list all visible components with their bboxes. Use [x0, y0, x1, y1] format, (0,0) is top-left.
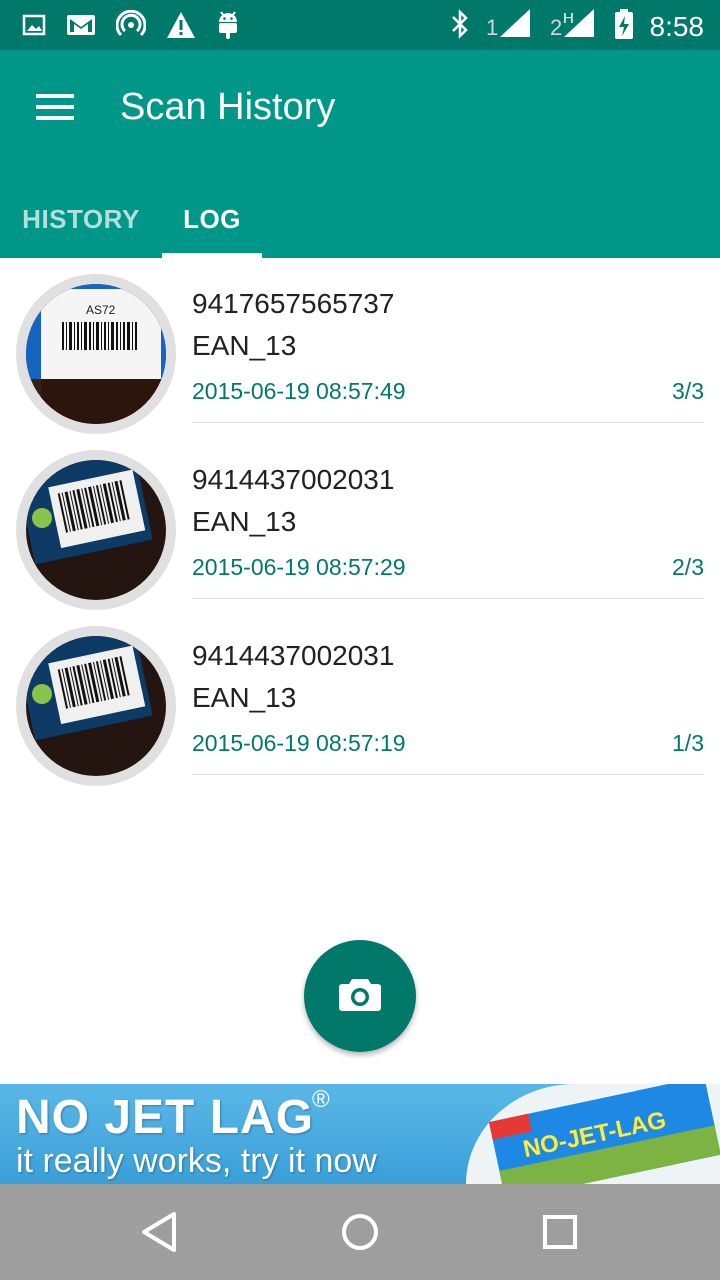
scan-thumbnail: [16, 450, 176, 610]
tab-history[interactable]: HISTORY: [0, 180, 162, 258]
battery-charging-icon: [614, 8, 634, 45]
warning-icon: [166, 11, 196, 44]
ad-registered-mark: ®: [312, 1086, 330, 1113]
list-item[interactable]: 9414437002031 EAN_13 2015-06-19 08:57:29…: [0, 434, 720, 610]
list-item[interactable]: AS72 9417657565737 EAN_13 2015-06-19 08:…: [0, 258, 720, 434]
recents-button[interactable]: [536, 1208, 584, 1256]
divider: [192, 598, 704, 599]
scan-timestamp: 2015-06-19 08:57:29: [192, 554, 406, 580]
scan-code: 9414437002031: [192, 640, 395, 671]
android-icon: [216, 10, 240, 45]
scan-timestamp: 2015-06-19 08:57:49: [192, 378, 406, 404]
scan-code: 9414437002031: [192, 464, 395, 495]
ad-banner[interactable]: NO JET LAG ® it really works, try it now…: [0, 1084, 720, 1184]
tab-log[interactable]: LOG: [162, 180, 262, 258]
svg-text:1: 1: [486, 15, 498, 39]
tab-label: LOG: [183, 203, 241, 234]
signal-1-icon: 1: [486, 9, 534, 44]
back-icon: [136, 1212, 184, 1260]
svg-text:2: 2: [550, 15, 562, 39]
scan-code: 9417657565737: [192, 288, 395, 319]
ad-tagline: it really works, try it now: [16, 1142, 377, 1180]
scan-count: 2/3: [672, 554, 704, 580]
tab-bar: HISTORY LOG: [0, 180, 262, 258]
svg-text:AS72: AS72: [86, 303, 116, 317]
status-time: 8:58: [649, 10, 705, 42]
status-bar: 1 2H 8:58: [0, 0, 720, 50]
list-item[interactable]: 9414437002031 EAN_13 2015-06-19 08:57:19…: [0, 610, 720, 786]
scan-format: EAN_13: [192, 682, 297, 713]
scan-count: 1/3: [672, 730, 704, 756]
scan-thumbnail: AS72: [16, 274, 176, 434]
scan-camera-button[interactable]: [304, 940, 416, 1052]
app-bar: Scan History HISTORY LOG: [0, 50, 720, 258]
signal-2-icon: 2H: [550, 9, 598, 44]
divider: [192, 774, 704, 775]
menu-button[interactable]: [20, 82, 92, 134]
page-title: Scan History: [120, 86, 336, 128]
ad-headline: NO JET LAG: [16, 1091, 315, 1144]
back-button[interactable]: [136, 1208, 184, 1256]
scan-count: 3/3: [672, 378, 704, 404]
camera-icon: [338, 975, 382, 1018]
scan-format: EAN_13: [192, 506, 297, 537]
home-icon: [336, 1214, 384, 1260]
recents-icon: [536, 1215, 584, 1260]
home-button[interactable]: [336, 1208, 384, 1256]
scan-timestamp: 2015-06-19 08:57:19: [192, 730, 406, 756]
scan-format: EAN_13: [192, 330, 297, 361]
scan-thumbnail: [16, 626, 176, 786]
image-icon: [22, 13, 46, 42]
divider: [192, 422, 704, 423]
hotspot-icon: [115, 9, 147, 45]
gmail-icon: [66, 13, 96, 42]
bluetooth-icon: [450, 8, 470, 44]
ad-product-image: NO-JET-LAG: [466, 1084, 720, 1184]
svg-text:H: H: [563, 10, 574, 27]
navigation-bar: [0, 1184, 720, 1280]
tab-label: HISTORY: [22, 203, 140, 234]
